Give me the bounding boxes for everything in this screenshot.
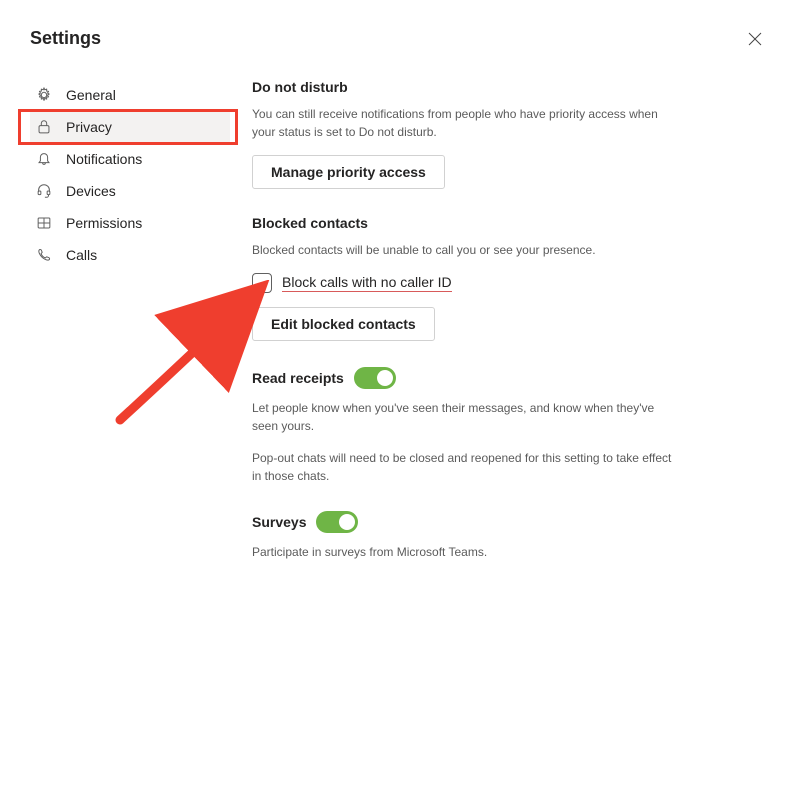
surveys-title: Surveys: [252, 514, 306, 530]
sidebar-item-general[interactable]: General: [30, 79, 230, 111]
headset-icon: [34, 181, 54, 201]
sidebar-item-notifications[interactable]: Notifications: [30, 143, 230, 175]
settings-sidebar: General Privacy: [30, 79, 230, 777]
sidebar-item-calls[interactable]: Calls: [30, 239, 230, 271]
close-icon[interactable]: [747, 31, 763, 47]
blocked-description: Blocked contacts will be unable to call …: [252, 241, 672, 259]
gear-icon: [34, 85, 54, 105]
section-blocked-contacts: Blocked contacts Blocked contacts will b…: [252, 215, 737, 341]
section-surveys: Surveys Participate in surveys from Micr…: [252, 511, 737, 561]
block-no-caller-id-checkbox[interactable]: [252, 273, 272, 293]
dnd-title: Do not disturb: [252, 79, 348, 95]
blocked-title: Blocked contacts: [252, 215, 368, 231]
sidebar-item-label: General: [66, 87, 116, 103]
read-receipts-description-1: Let people know when you've seen their m…: [252, 399, 672, 435]
surveys-description: Participate in surveys from Microsoft Te…: [252, 543, 672, 561]
bell-icon: [34, 149, 54, 169]
settings-main: Do not disturb You can still receive not…: [230, 79, 767, 777]
sidebar-item-label: Privacy: [66, 119, 112, 135]
read-receipts-toggle[interactable]: [354, 367, 396, 389]
sidebar-item-devices[interactable]: Devices: [30, 175, 230, 207]
read-receipts-title: Read receipts: [252, 370, 344, 386]
surveys-toggle[interactable]: [316, 511, 358, 533]
sidebar-item-privacy[interactable]: Privacy: [30, 111, 230, 143]
section-do-not-disturb: Do not disturb You can still receive not…: [252, 79, 737, 189]
sidebar-item-permissions[interactable]: Permissions: [30, 207, 230, 239]
sidebar-item-label: Calls: [66, 247, 97, 263]
sidebar-item-label: Permissions: [66, 215, 142, 231]
block-no-caller-id-label[interactable]: Block calls with no caller ID: [282, 274, 452, 292]
sidebar-item-label: Notifications: [66, 151, 142, 167]
section-read-receipts: Read receipts Let people know when you'v…: [252, 367, 737, 485]
settings-title: Settings: [30, 28, 101, 49]
edit-blocked-contacts-button[interactable]: Edit blocked contacts: [252, 307, 435, 341]
dnd-description: You can still receive notifications from…: [252, 105, 672, 141]
phone-icon: [34, 245, 54, 265]
lock-icon: [34, 117, 54, 137]
package-icon: [34, 213, 54, 233]
sidebar-item-label: Devices: [66, 183, 116, 199]
manage-priority-access-button[interactable]: Manage priority access: [252, 155, 445, 189]
read-receipts-description-2: Pop-out chats will need to be closed and…: [252, 449, 672, 485]
